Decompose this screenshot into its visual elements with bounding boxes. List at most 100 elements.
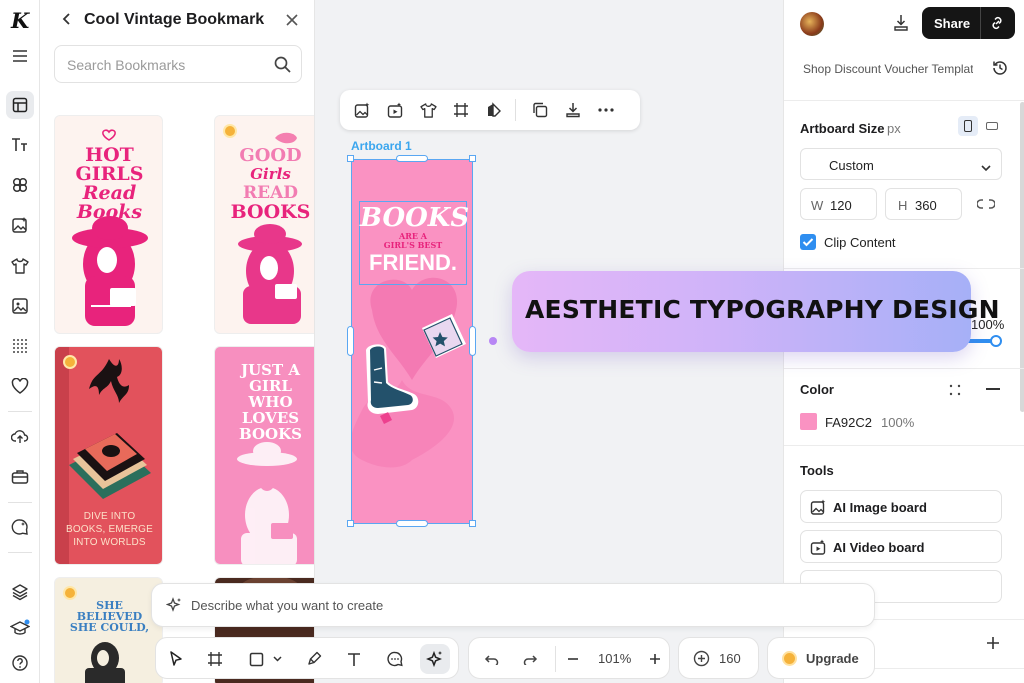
width-value[interactable]: 120 [830, 198, 852, 213]
height-field[interactable]: H 360 [885, 188, 962, 220]
resize-handle[interactable] [469, 155, 476, 162]
banner-text: AESTHETIC TYPOGRAPHY DESIGN [525, 295, 1000, 324]
add-icon[interactable] [986, 636, 1000, 655]
credits-button[interactable]: 160 [678, 637, 759, 679]
height-label: H [898, 198, 908, 213]
frame-icon[interactable] [449, 98, 473, 122]
duplicate-icon[interactable] [528, 98, 552, 122]
width-field[interactable]: W 120 [800, 188, 877, 220]
share-button[interactable]: Share [922, 7, 1015, 39]
chat-icon[interactable] [6, 513, 34, 541]
template-card[interactable]: GOOD Girls READ BOOKS [214, 115, 314, 334]
photos-icon[interactable] [6, 292, 34, 320]
template-panel: Cool Vintage Bookmark Search Bookmarks H… [40, 0, 315, 683]
resize-handle[interactable] [347, 326, 354, 356]
favorites-heart-icon[interactable] [6, 372, 34, 400]
color-grid-icon[interactable] [949, 383, 961, 401]
search-icon[interactable] [274, 56, 291, 73]
remove-color-icon[interactable] [986, 388, 1000, 390]
redo-icon[interactable] [519, 647, 543, 671]
resize-handle[interactable] [347, 155, 354, 162]
section-divider [784, 368, 1024, 369]
resize-handle[interactable] [396, 520, 428, 527]
text-tool-icon[interactable] [342, 647, 366, 671]
ai-video-board-button[interactable]: AI Video board [800, 530, 1002, 563]
pen-tool-icon[interactable] [302, 647, 326, 671]
portrait-orientation-button[interactable] [958, 116, 978, 136]
undo-icon[interactable] [479, 647, 503, 671]
brand-kit-icon[interactable] [6, 463, 34, 491]
close-icon[interactable] [286, 13, 298, 31]
artboard[interactable]: BOOKS ARE A GIRL'S BEST FRIEND. [351, 159, 473, 524]
search-input[interactable]: Search Bookmarks [54, 45, 302, 83]
size-preset-select[interactable]: Custom [800, 148, 1002, 180]
landscape-orientation-button[interactable] [982, 116, 1002, 136]
upgrade-button[interactable]: Upgrade [767, 637, 875, 679]
resize-handle[interactable] [347, 520, 354, 527]
ai-image-icon[interactable] [350, 98, 374, 122]
ai-image-icon[interactable] [6, 211, 34, 239]
frame-tool-icon[interactable] [203, 647, 227, 671]
lock-ratio-link-icon[interactable] [976, 197, 996, 216]
resize-handle[interactable] [469, 326, 476, 356]
color-split-icon[interactable] [482, 98, 506, 122]
svg-text:K: K [10, 8, 30, 32]
text-icon[interactable] [6, 131, 34, 159]
opacity-slider-thumb[interactable] [990, 335, 1002, 347]
elements-icon[interactable] [6, 171, 34, 199]
template-card[interactable]: SHE BELIEVED SHE COULD, [54, 577, 163, 683]
menu-icon[interactable] [6, 42, 34, 70]
ai-magic-tool-icon[interactable] [420, 644, 450, 674]
prompt-input[interactable]: Describe what you want to create [151, 583, 875, 627]
pattern-icon[interactable] [6, 332, 34, 360]
learn-cap-icon[interactable] [6, 614, 34, 642]
section-divider [784, 445, 1024, 446]
color-opacity[interactable]: 100% [881, 415, 914, 430]
select-arrow-icon[interactable] [164, 647, 188, 671]
card-text: SHE BELIEVED SHE COULD, [69, 599, 150, 634]
artboard-size-label: Artboard Size [800, 121, 885, 136]
templates-icon[interactable] [6, 91, 34, 119]
zoom-out-icon[interactable] [561, 647, 585, 671]
height-value[interactable]: 360 [915, 198, 937, 213]
logo-icon[interactable]: K [6, 6, 34, 34]
link-icon[interactable] [989, 15, 1005, 36]
upload-icon[interactable] [6, 423, 34, 451]
ai-video-icon[interactable] [383, 98, 407, 122]
clip-content-checkbox[interactable] [800, 234, 816, 250]
bar-divider [555, 646, 556, 672]
mockup-shirt-icon[interactable] [6, 252, 34, 280]
scrollbar[interactable] [1020, 102, 1024, 412]
credits-count: 160 [719, 651, 741, 666]
back-icon[interactable] [62, 12, 72, 31]
zoom-in-icon[interactable] [643, 647, 667, 671]
shape-dropdown-chevron-icon[interactable] [270, 647, 284, 671]
help-icon[interactable] [6, 649, 34, 677]
zoom-level[interactable]: 101% [598, 651, 631, 666]
comment-tool-icon[interactable] [383, 647, 407, 671]
avatar[interactable] [800, 12, 824, 36]
shape-square-icon[interactable] [244, 647, 268, 671]
template-card[interactable]: HOT GIRLS Read Books [54, 115, 163, 334]
color-hex[interactable]: FA92C2 [825, 415, 872, 430]
ai-image-board-button[interactable]: AI Image board [800, 490, 1002, 523]
document-title[interactable]: Shop Discount Voucher Template [803, 62, 973, 78]
download-icon[interactable] [561, 98, 585, 122]
tool-palette [155, 637, 459, 679]
left-rail: K [0, 0, 40, 683]
add-connector-dot[interactable] [489, 337, 497, 345]
more-options-icon[interactable] [594, 98, 618, 122]
template-card[interactable]: JUST A GIRL WHO LOVES BOOKS [214, 346, 314, 565]
resize-handle[interactable] [396, 155, 428, 162]
history-icon[interactable] [991, 59, 1009, 82]
template-card[interactable]: DIVE INTO BOOKS, EMERGE INTO WORLDS [54, 346, 163, 565]
resize-handle[interactable] [469, 520, 476, 527]
panel-title: Cool Vintage Bookmark [84, 11, 265, 28]
download-icon[interactable] [893, 14, 909, 37]
add-credits-icon [693, 650, 710, 667]
color-swatch[interactable] [800, 413, 817, 430]
card-text: HOT GIRLS Read Books [75, 144, 144, 223]
layers-icon[interactable] [6, 578, 34, 606]
mockup-shirt-icon[interactable] [416, 98, 440, 122]
artboard-label[interactable]: Artboard 1 [351, 139, 412, 153]
